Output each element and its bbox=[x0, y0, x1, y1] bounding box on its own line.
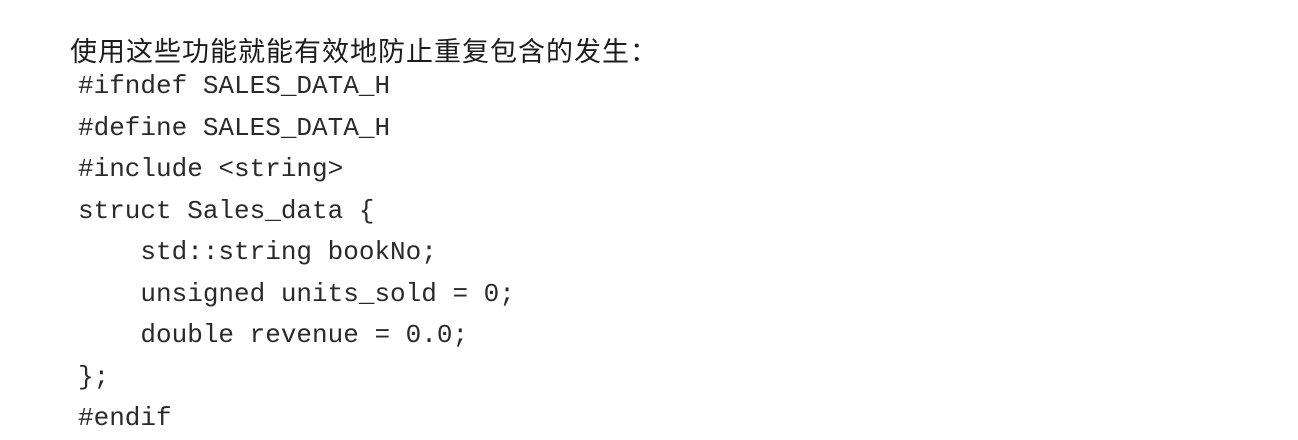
code-line-member-bookno: std::string bookNo; bbox=[78, 237, 437, 267]
code-line-include: #include <string> bbox=[78, 154, 344, 184]
code-line-member-revenue: double revenue = 0.0; bbox=[78, 320, 469, 350]
code-line-define: #define SALES_DATA_H bbox=[78, 112, 391, 143]
code-line-member-units-sold: unsigned units_sold = 0; bbox=[78, 278, 515, 309]
code-line-struct-open: struct Sales_data { bbox=[78, 195, 375, 226]
code-block: #ifndef SALES_DATA_H #define SALES_DATA_… bbox=[78, 66, 515, 440]
code-line-struct-close: }; bbox=[78, 361, 110, 392]
code-line-endif: #endif bbox=[78, 403, 172, 433]
code-line-ifndef: #ifndef SALES_DATA_H bbox=[78, 71, 391, 101]
